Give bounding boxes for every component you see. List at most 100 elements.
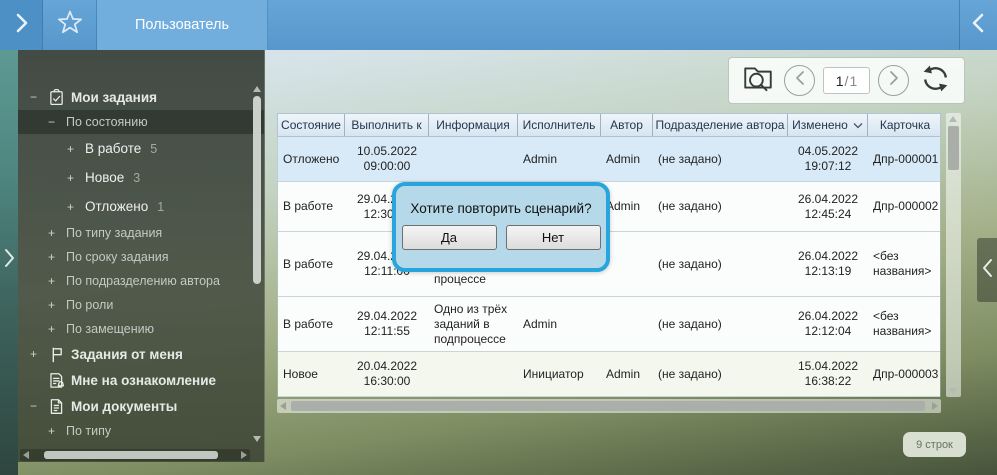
sidebar-item[interactable]: − Мои документы bbox=[18, 393, 264, 419]
sidebar-item[interactable]: +По типу bbox=[18, 419, 264, 443]
chevron-left-icon bbox=[982, 258, 993, 283]
scroll-left-arrow-icon[interactable] bbox=[280, 402, 286, 410]
yes-button[interactable]: Да bbox=[402, 225, 497, 250]
scroll-down-arrow-icon[interactable] bbox=[949, 388, 957, 394]
table-row[interactable]: Отложено10.05.2022 09:00:00AdminAdmin(не… bbox=[278, 137, 940, 182]
refresh-icon bbox=[919, 62, 952, 100]
expand-icon[interactable]: + bbox=[67, 142, 85, 156]
table-row[interactable]: В работе29.04.2022 12:11:55Одно из трёх … bbox=[278, 297, 940, 352]
topbar-spacer bbox=[268, 0, 959, 50]
table-cell: В работе bbox=[278, 182, 345, 231]
dialog-buttons: Да Нет bbox=[396, 225, 606, 250]
sidebar-item[interactable]: +По замещению bbox=[18, 317, 264, 341]
table-cell: 26.04.2022 12:13:19 bbox=[788, 232, 868, 296]
chevron-right-icon bbox=[4, 248, 15, 273]
expand-icon[interactable]: + bbox=[67, 171, 85, 185]
table-column-header[interactable]: Подразделение автора bbox=[653, 114, 788, 136]
sidebar-item[interactable]: Мне на ознакомление bbox=[18, 367, 264, 393]
favorites-button[interactable] bbox=[43, 0, 97, 50]
row-count-badge: 9 строк bbox=[903, 432, 966, 457]
sidebar-item[interactable]: +Задания от меня bbox=[18, 341, 264, 367]
table-cell bbox=[429, 352, 518, 396]
column-header-label: Выполнить к bbox=[351, 118, 421, 132]
scroll-up-arrow-icon[interactable] bbox=[253, 86, 261, 92]
refresh-button[interactable] bbox=[917, 63, 953, 99]
sidebar-item[interactable]: +По сроку задания bbox=[18, 245, 264, 269]
expand-icon[interactable]: + bbox=[48, 424, 66, 438]
table-cell: (не задано) bbox=[653, 182, 788, 231]
expand-icon[interactable]: + bbox=[48, 226, 66, 240]
sidebar-vertical-scrollbar[interactable] bbox=[252, 86, 262, 442]
scroll-up-arrow-icon[interactable] bbox=[949, 116, 957, 122]
expand-icon[interactable]: + bbox=[48, 322, 66, 336]
collapse-panel-button[interactable] bbox=[959, 0, 997, 50]
chevron-right-icon bbox=[14, 12, 29, 39]
expand-icon[interactable]: + bbox=[48, 298, 66, 312]
search-folder-button[interactable] bbox=[740, 63, 776, 99]
table-cell: Одно из трёх заданий в подпроцессе bbox=[429, 297, 518, 351]
table-column-header[interactable]: Изменено bbox=[788, 114, 868, 136]
table-cell bbox=[601, 297, 653, 351]
tab-user[interactable]: Пользователь bbox=[97, 0, 268, 50]
table-column-header[interactable]: Информация bbox=[429, 114, 518, 136]
sidebar-item[interactable]: +По подразделению автора bbox=[18, 269, 264, 293]
collapse-icon[interactable]: − bbox=[48, 115, 66, 129]
scrollbar-thumb[interactable] bbox=[948, 126, 959, 170]
sidebar-horizontal-scrollbar[interactable] bbox=[20, 449, 250, 461]
prev-page-button[interactable] bbox=[784, 65, 815, 96]
table-cell: (не задано) bbox=[653, 352, 788, 396]
sidebar-item[interactable]: +Новое3 bbox=[18, 163, 264, 192]
table-cell: Новое bbox=[278, 352, 345, 396]
table-cell: (не задано) bbox=[653, 297, 788, 351]
table-column-header[interactable]: Карточка bbox=[868, 114, 942, 136]
table-cell: Admin bbox=[601, 137, 653, 181]
left-flyout-handle[interactable] bbox=[0, 245, 18, 275]
expand-icon[interactable]: + bbox=[30, 347, 48, 361]
paging-toolbar: 1/1 bbox=[728, 57, 965, 104]
scroll-left-arrow-icon[interactable] bbox=[23, 451, 29, 459]
table-row[interactable]: Новое20.04.2022 16:30:00ИнициаторAdmin(н… bbox=[278, 352, 940, 397]
table-cell: 26.04.2022 12:45:24 bbox=[788, 182, 868, 231]
scroll-right-arrow-icon[interactable] bbox=[241, 451, 247, 459]
scroll-down-arrow-icon[interactable] bbox=[253, 436, 261, 442]
table-cell: В работе bbox=[278, 297, 345, 351]
table-cell: 29.04.2022 12:11:55 bbox=[345, 297, 429, 351]
no-button[interactable]: Нет bbox=[506, 225, 601, 250]
next-page-button[interactable] bbox=[878, 65, 909, 96]
sidebar-item[interactable]: −Мои задания bbox=[18, 84, 264, 110]
expand-icon[interactable]: + bbox=[67, 200, 85, 214]
sidebar-item[interactable]: +В работе5 bbox=[18, 134, 264, 163]
page-separator: / bbox=[845, 73, 849, 89]
item-count: 1 bbox=[157, 200, 164, 214]
sidebar-item-label: По подразделению автора bbox=[66, 274, 220, 288]
clipboard-check-icon bbox=[48, 89, 71, 106]
expand-icon[interactable]: + bbox=[48, 250, 66, 264]
sidebar-item[interactable]: +Отложено1 bbox=[18, 192, 264, 221]
table-cell: Инициатор bbox=[518, 352, 601, 396]
scrollbar-thumb[interactable] bbox=[44, 451, 218, 459]
dialog-message: Хотите повторить сценарий? bbox=[396, 201, 606, 216]
right-flyout-handle[interactable] bbox=[977, 238, 997, 302]
table-column-header[interactable]: Состояние bbox=[278, 114, 345, 136]
sidebar-item-label: По типу bbox=[66, 424, 111, 438]
sidebar-item[interactable]: −По состоянию bbox=[18, 110, 264, 134]
scroll-right-arrow-icon[interactable] bbox=[932, 402, 938, 410]
table-column-header[interactable]: Автор bbox=[601, 114, 653, 136]
table-cell: Admin bbox=[518, 297, 601, 351]
column-header-label: Исполнитель bbox=[523, 118, 596, 132]
scrollbar-thumb[interactable] bbox=[291, 401, 925, 411]
sidebar-item-label: Мои документы bbox=[71, 399, 177, 414]
table-horizontal-scrollbar[interactable] bbox=[277, 399, 941, 413]
expand-menu-button[interactable] bbox=[0, 0, 43, 50]
sidebar-item[interactable]: +По типу задания bbox=[18, 221, 264, 245]
table-column-header[interactable]: Исполнитель bbox=[518, 114, 601, 136]
collapse-icon[interactable]: − bbox=[30, 399, 48, 413]
collapse-icon[interactable]: − bbox=[30, 90, 48, 104]
expand-icon[interactable]: + bbox=[48, 274, 66, 288]
scrollbar-thumb[interactable] bbox=[253, 96, 261, 284]
page-indicator[interactable]: 1/1 bbox=[823, 67, 870, 94]
sidebar-item-label: По сроку задания bbox=[66, 250, 168, 264]
table-column-header[interactable]: Выполнить к bbox=[345, 114, 429, 136]
sidebar-item[interactable]: +По роли bbox=[18, 293, 264, 317]
table-vertical-scrollbar[interactable] bbox=[946, 113, 961, 397]
